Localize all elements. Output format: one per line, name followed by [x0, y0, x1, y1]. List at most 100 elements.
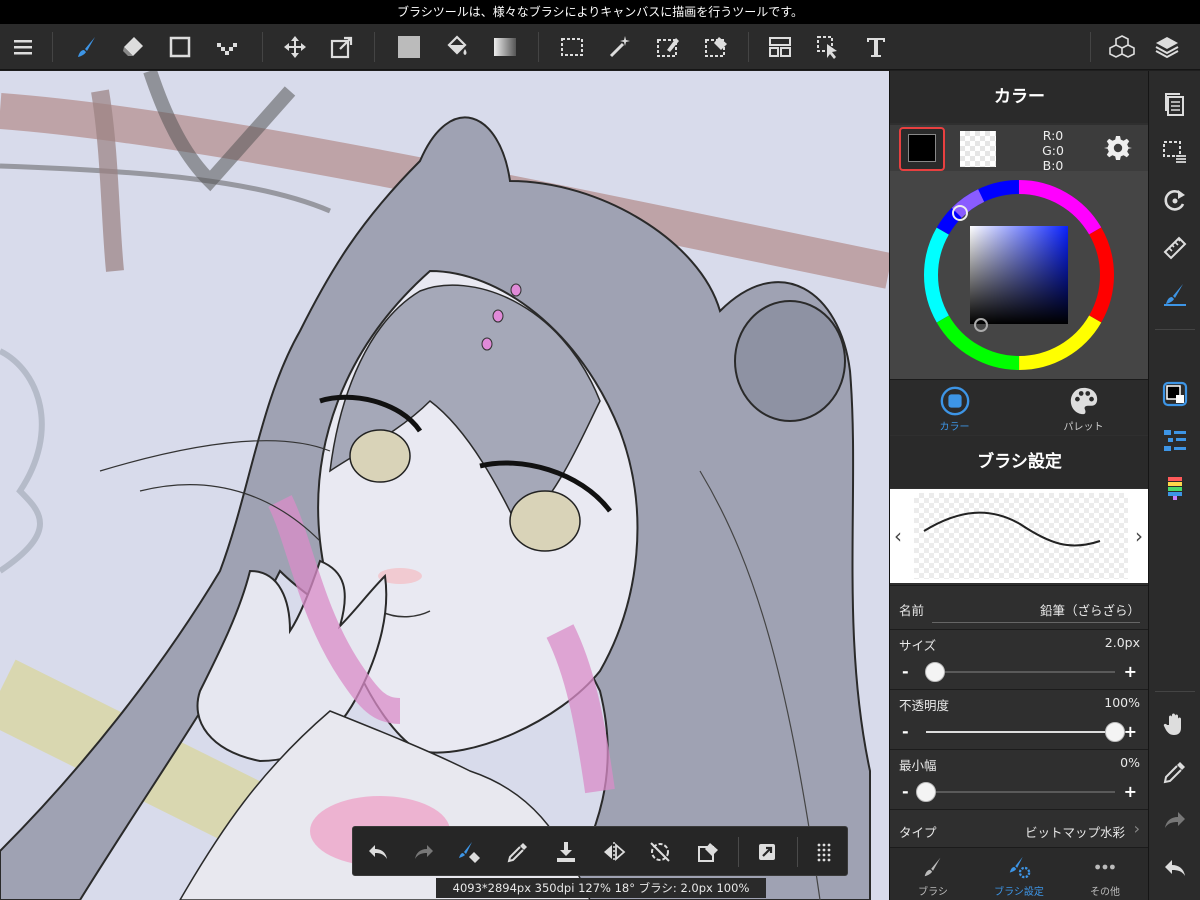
bucket-icon[interactable] [440, 30, 474, 64]
opacity-slider-knob[interactable] [1105, 722, 1125, 742]
size-increase-button[interactable]: + [1124, 662, 1137, 682]
ruler-icon[interactable] [1158, 231, 1192, 265]
min-width-row: 最小幅 0% - + [890, 749, 1149, 809]
brush-icon[interactable] [70, 30, 104, 64]
rgb-green-value: G:0 [1042, 143, 1064, 158]
brush-type-row[interactable]: タイプ ビットマップ水彩 › [890, 809, 1149, 847]
tab-brush-label: ブラシ [918, 887, 948, 898]
color-swatch-icon[interactable] [1158, 377, 1192, 411]
redo-icon[interactable] [407, 835, 441, 869]
drawing-canvas[interactable] [0, 71, 889, 900]
tab-other-label: その他 [1090, 887, 1120, 898]
shape-icon[interactable] [163, 30, 197, 64]
snap-icon[interactable] [1158, 277, 1192, 311]
hand-icon[interactable] [1158, 707, 1192, 741]
color-wheel-area [890, 171, 1149, 379]
brush-tab-icon [924, 857, 941, 877]
brush-type-label: タイプ [899, 825, 937, 840]
more-icon [1095, 864, 1115, 870]
dot-icon[interactable] [210, 30, 244, 64]
color-tab-bar: カラー パレット [890, 379, 1149, 435]
status-message: ブラシツールは、様々なブラシによりキャンバスに描画を行うツールです。 [396, 5, 804, 19]
opacity-increase-button[interactable]: + [1124, 722, 1137, 742]
brush-list-icon[interactable] [1158, 423, 1192, 457]
frame-divider-icon[interactable] [763, 30, 797, 64]
panel-bottom-tabs: ブラシ ブラシ設定 その他 [890, 847, 1149, 900]
min-width-slider-knob[interactable] [916, 782, 936, 802]
tab-brush-settings[interactable]: ブラシ設定 [976, 848, 1062, 900]
size-decrease-button[interactable]: - [902, 662, 909, 682]
select-pen-icon[interactable] [651, 30, 685, 64]
redo-rail-icon[interactable] [1158, 803, 1192, 837]
rotate-reset-icon[interactable] [643, 835, 677, 869]
canvas-artwork [0, 71, 889, 900]
opacity-row: 不透明度 100% - + [890, 689, 1149, 749]
layers-icon[interactable] [1150, 30, 1184, 64]
min-width-value: 0% [1120, 755, 1140, 770]
transform-icon[interactable] [325, 30, 359, 64]
size-slider-knob[interactable] [925, 662, 946, 682]
color-tab-icon [940, 386, 969, 416]
opacity-decrease-button[interactable]: - [902, 722, 909, 742]
canvas-quick-toolbar [352, 826, 848, 876]
gear-icon[interactable] [1104, 134, 1132, 162]
select-icon[interactable] [555, 30, 589, 64]
tab-other[interactable]: その他 [1062, 848, 1148, 900]
palette-bars-icon[interactable] [1158, 471, 1192, 505]
eraser-icon[interactable] [116, 30, 150, 64]
magic-wand-icon[interactable] [603, 30, 637, 64]
brush-preview: ‹ › [890, 489, 1149, 583]
eyedropper-rail-icon[interactable] [1158, 755, 1192, 789]
3d-material-icon[interactable] [1105, 30, 1139, 64]
brush-name-value: 鉛筆（ざらざら） [1039, 603, 1140, 618]
foreground-color-swatch[interactable] [899, 127, 945, 171]
app-window: ブラシツールは、様々なブラシによりキャンバスに描画を行うツールです。 4093*… [0, 0, 1200, 900]
tab-brush[interactable]: ブラシ [890, 848, 976, 900]
gradient-icon[interactable] [488, 30, 522, 64]
brush-name-row[interactable]: 名前 鉛筆（ざらざら） [890, 585, 1149, 629]
min-width-slider[interactable]: - + [898, 782, 1141, 802]
rgb-red-value: R:0 [1042, 128, 1064, 143]
side-panel: カラー R:0 G:0 B:0 カラー パレット ブラシ設定 ‹ › 名前 鉛筆… [889, 71, 1149, 900]
size-row: サイズ 2.0px - + [890, 629, 1149, 689]
brush-eraser-toggle-icon[interactable] [453, 835, 487, 869]
brush-panel-title: ブラシ設定 [890, 436, 1149, 488]
brush-stroke-preview [923, 511, 1101, 547]
selection-layer-icon[interactable] [1158, 135, 1192, 169]
menu-icon[interactable] [6, 30, 40, 64]
text-icon[interactable] [859, 30, 893, 64]
opacity-slider[interactable]: - + [898, 722, 1141, 742]
color-wheel[interactable] [890, 171, 1149, 379]
preview-next-button[interactable]: › [1135, 524, 1143, 548]
share-icon[interactable] [750, 835, 784, 869]
select-eraser-icon[interactable] [699, 30, 733, 64]
background-color-swatch[interactable] [960, 131, 996, 167]
tab-color[interactable]: カラー [890, 380, 1019, 436]
opacity-label: 不透明度 [899, 698, 950, 713]
canvas-info: 4093*2894px 350dpi 127% 18° ブラシ: 2.0px 1… [436, 878, 766, 898]
status-bar: ブラシツールは、様々なブラシによりキャンバスに描画を行うツールです。 [0, 0, 1200, 24]
size-label: サイズ [899, 638, 937, 653]
document-icon[interactable] [1158, 87, 1192, 121]
move-icon[interactable] [278, 30, 312, 64]
size-slider[interactable]: - + [898, 662, 1141, 682]
fill-color-icon[interactable] [392, 30, 426, 64]
tab-color-label: カラー [939, 422, 970, 433]
undo-rail-icon[interactable] [1158, 851, 1192, 885]
eyedropper-icon[interactable] [501, 835, 535, 869]
grid-icon[interactable] [807, 835, 841, 869]
operation-icon[interactable] [811, 30, 845, 64]
right-tool-rail [1148, 71, 1200, 900]
preview-prev-button[interactable]: ‹ [894, 524, 902, 548]
chevron-right-icon: › [1133, 819, 1140, 838]
import-icon[interactable] [549, 835, 583, 869]
size-value: 2.0px [1104, 635, 1140, 650]
min-width-increase-button[interactable]: + [1124, 782, 1137, 802]
tab-palette[interactable]: パレット [1019, 380, 1148, 436]
clear-icon[interactable] [691, 835, 725, 869]
redo-circle-icon[interactable] [1158, 183, 1192, 217]
min-width-decrease-button[interactable]: - [902, 782, 909, 802]
tab-palette-label: パレット [1063, 422, 1104, 433]
undo-icon[interactable] [361, 835, 395, 869]
flip-icon[interactable] [597, 835, 631, 869]
